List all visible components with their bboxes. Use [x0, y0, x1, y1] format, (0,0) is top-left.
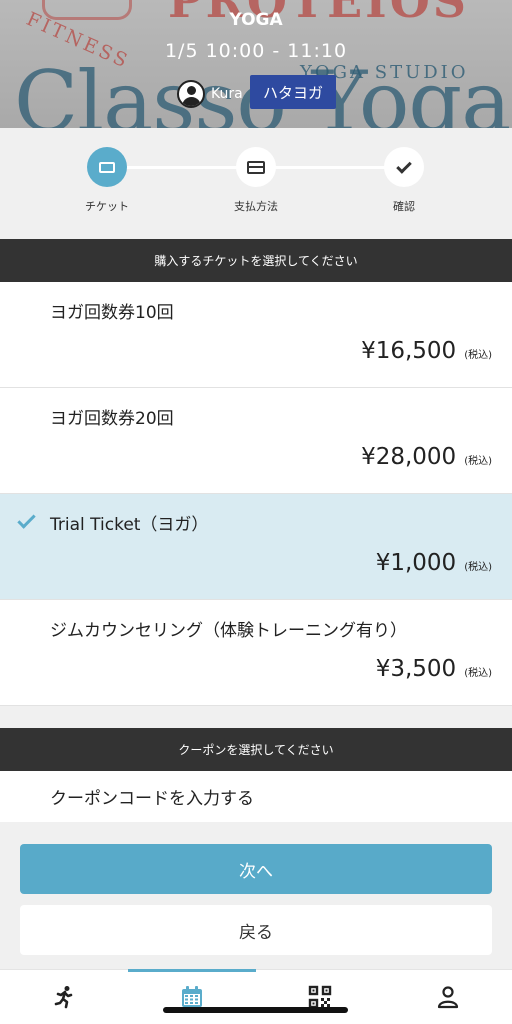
nav-calendar[interactable] — [128, 969, 256, 1024]
ticket-name: ヨガ回数券10回 — [50, 303, 174, 323]
home-indicator — [163, 1007, 348, 1013]
instructor-name: Kura — [211, 86, 243, 102]
ticket-name: ジムカウンセリング（体験トレーニング有り） — [50, 621, 407, 641]
ticket-name: Trial Ticket（ヨガ） — [50, 515, 209, 535]
ticket-icon — [99, 161, 115, 173]
user-icon — [437, 986, 459, 1009]
ticket-option[interactable]: ジムカウンセリング（体験トレーニング有り） ¥3,500 (税込) — [0, 600, 512, 706]
price-amount: ¥3,500 — [375, 656, 457, 682]
price-amount: ¥28,000 — [361, 444, 457, 470]
step-ticket-circle — [87, 147, 127, 187]
ticket-section-header: 購入するチケットを選択してください — [0, 239, 512, 282]
ticket-option[interactable]: ヨガ回数券10回 ¥16,500 (税込) — [0, 282, 512, 388]
step-label: チケット — [85, 200, 129, 213]
step-payment: 支払方法 — [216, 147, 296, 214]
avatar-icon — [177, 80, 205, 108]
ticket-option[interactable]: ヨガ回数券20回 ¥28,000 (税込) — [0, 388, 512, 494]
step-payment-circle — [236, 147, 276, 187]
tax-note: (税込) — [464, 350, 492, 361]
running-person-icon — [54, 986, 73, 1009]
instructor-info: Kura — [177, 79, 243, 109]
next-button[interactable]: 次へ — [20, 844, 492, 894]
bottom-nav — [0, 969, 512, 1024]
ticket-option-selected[interactable]: Trial Ticket（ヨガ） ¥1,000 (税込) — [0, 494, 512, 600]
qr-code-icon — [308, 985, 332, 1009]
coupon-code-entry[interactable]: クーポンコードを入力する — [0, 771, 512, 822]
calendar-icon — [182, 986, 202, 1007]
ticket-name: ヨガ回数券20回 — [50, 409, 174, 429]
ticket-price: ¥3,500 (税込) — [376, 656, 492, 682]
tax-note: (税込) — [464, 562, 492, 573]
selected-check-icon — [17, 510, 36, 529]
class-header-banner: PROTEIOS FITNESS YOGA STUDIO Classo Yoga… — [0, 0, 512, 128]
ticket-price: ¥1,000 (税込) — [376, 550, 492, 576]
ticket-price: ¥28,000 (税込) — [361, 444, 492, 470]
class-time: 1/5 10:00 - 11:10 — [164, 40, 348, 62]
step-confirm-circle — [384, 147, 424, 187]
nav-activity[interactable] — [0, 970, 128, 1024]
class-name-badge: ハタヨガ — [250, 75, 336, 109]
tax-note: (税込) — [464, 668, 492, 679]
price-amount: ¥1,000 — [375, 550, 457, 576]
step-label: 支払方法 — [234, 200, 278, 213]
step-label: 確認 — [393, 200, 415, 213]
price-amount: ¥16,500 — [361, 338, 457, 364]
class-category: YOGA — [229, 10, 283, 30]
back-button[interactable]: 戻る — [20, 905, 492, 955]
ticket-list: ヨガ回数券10回 ¥16,500 (税込) ヨガ回数券20回 ¥28,000 (… — [0, 282, 512, 706]
progress-stepper: チケット 支払方法 確認 — [0, 128, 512, 239]
check-icon — [396, 157, 412, 174]
step-confirm: 確認 — [364, 147, 444, 214]
step-ticket: チケット — [67, 147, 147, 214]
tax-note: (税込) — [464, 456, 492, 467]
ticket-price: ¥16,500 (税込) — [361, 338, 492, 364]
nav-profile[interactable] — [384, 970, 512, 1024]
credit-card-icon — [247, 160, 265, 174]
nav-qr-code[interactable] — [256, 970, 384, 1024]
coupon-section-header: クーポンを選択してください — [0, 728, 512, 771]
